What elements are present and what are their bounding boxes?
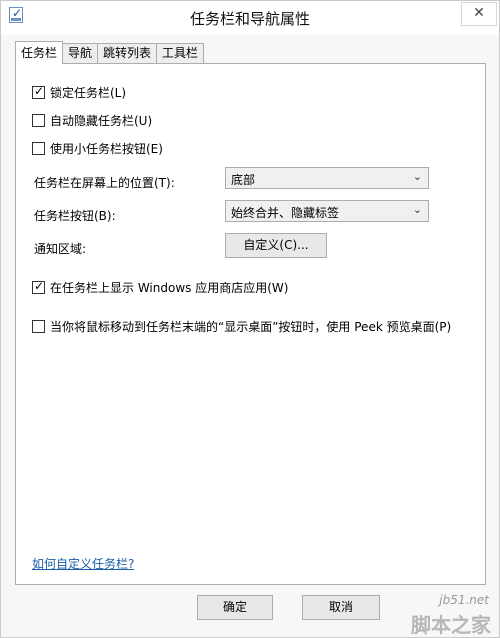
lock-taskbar-checkbox[interactable]: ✓ — [32, 83, 45, 99]
title-bar: ✓ 任务栏和导航属性 ✕ — [1, 1, 499, 35]
help-link[interactable]: 如何自定义任务栏? — [32, 555, 134, 572]
peek-option[interactable]: 当你将鼠标移动到任务栏末端的“显示桌面”按钮时，使用 Peek 预览桌面(P) — [32, 317, 451, 335]
ok-button[interactable]: 确定 — [197, 595, 273, 620]
location-value: 底部 — [231, 173, 256, 187]
auto-hide-label: 自动隐藏任务栏(U) — [50, 113, 153, 128]
chevron-down-icon: ⌄ — [412, 203, 422, 216]
notification-area-label: 通知区域: — [34, 242, 87, 256]
taskbar-tab-panel: ✓ 锁定任务栏(L) 自动隐藏任务栏(U) 使用小任务栏按钮(E) 任务栏在屏幕… — [15, 63, 486, 585]
window-title: 任务栏和导航属性 — [189, 10, 310, 28]
small-buttons-label: 使用小任务栏按钮(E) — [50, 141, 163, 156]
taskbar-buttons-label: 任务栏按钮(B): — [34, 209, 116, 223]
show-store-apps-option[interactable]: ✓ 在任务栏上显示 Windows 应用商店应用(W) — [32, 278, 288, 296]
lock-taskbar-option[interactable]: ✓ 锁定任务栏(L) — [32, 83, 126, 101]
watermark-url: jb51.net — [439, 593, 489, 607]
peek-label: 当你将鼠标移动到任务栏末端的“显示桌面”按钮时，使用 Peek 预览桌面(P) — [50, 319, 452, 334]
chevron-down-icon: ⌄ — [412, 170, 422, 183]
small-buttons-option[interactable]: 使用小任务栏按钮(E) — [32, 139, 163, 157]
tab-toolbars[interactable]: 工具栏 — [156, 43, 205, 63]
customize-button[interactable]: 自定义(C)... — [225, 233, 327, 258]
tab-strip: 任务栏 导航 跳转列表 工具栏 — [15, 41, 205, 64]
small-buttons-checkbox[interactable] — [32, 141, 45, 155]
checkmark-icon: ✓ — [34, 278, 45, 293]
location-select[interactable]: 底部 ⌄ — [225, 167, 429, 189]
tab-jump-lists[interactable]: 跳转列表 — [97, 43, 158, 63]
lock-taskbar-label: 锁定任务栏(L) — [50, 85, 127, 100]
taskbar-buttons-value: 始终合并、隐藏标签 — [231, 206, 340, 220]
auto-hide-checkbox[interactable] — [32, 113, 45, 127]
tab-taskbar[interactable]: 任务栏 — [15, 41, 64, 64]
close-button[interactable]: ✕ — [461, 2, 497, 26]
show-store-apps-checkbox[interactable]: ✓ — [32, 278, 45, 294]
location-label: 任务栏在屏幕上的位置(T): — [34, 176, 175, 190]
tab-navigation[interactable]: 导航 — [62, 43, 99, 63]
watermark: jb51.net 脚本之家 — [367, 589, 495, 637]
auto-hide-option[interactable]: 自动隐藏任务栏(U) — [32, 111, 152, 129]
peek-checkbox[interactable] — [32, 319, 45, 333]
taskbar-buttons-select[interactable]: 始终合并、隐藏标签 ⌄ — [225, 200, 429, 222]
show-store-apps-label: 在任务栏上显示 Windows 应用商店应用(W) — [50, 280, 289, 295]
watermark-name: 脚本之家 — [411, 613, 491, 637]
taskbar-properties-window: ✓ 任务栏和导航属性 ✕ 任务栏 导航 跳转列表 工具栏 ✓ 锁定任务栏(L) … — [0, 0, 500, 638]
checkmark-icon: ✓ — [34, 83, 45, 98]
close-icon: ✕ — [473, 5, 485, 21]
